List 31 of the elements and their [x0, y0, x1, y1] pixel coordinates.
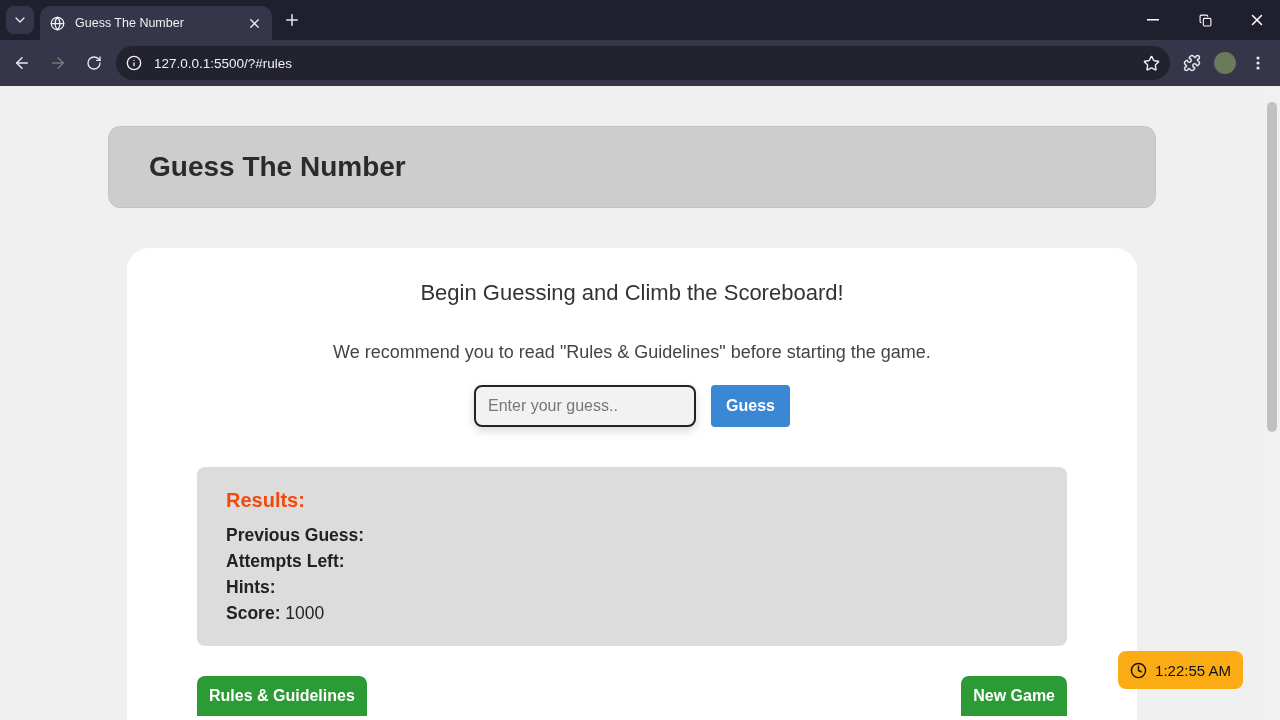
menu-icon — [1256, 56, 1260, 70]
recommendation-text: We recommend you to read "Rules & Guidelines" before starting the game. — [333, 342, 931, 363]
result-line: Previous Guess: — [226, 525, 366, 546]
game-heading: Begin Guessing and Climb the Scoreboard! — [420, 280, 844, 306]
guess-button[interactable]: Guess — [711, 385, 790, 427]
restore-icon — [1198, 13, 1212, 27]
plus-icon — [283, 11, 301, 29]
results-title: Results: — [226, 489, 306, 512]
minimize-icon — [1147, 19, 1159, 21]
action-button[interactable]: New Game — [961, 676, 1067, 716]
address-bar[interactable]: 127.0.0.1:5500/?#rules — [116, 46, 1170, 80]
reload-icon — [86, 55, 102, 71]
forward-arrow-icon — [49, 54, 67, 72]
globe-icon — [50, 15, 65, 31]
tab-title: Guess The Number — [75, 16, 185, 30]
result-line: Score: 1000 — [226, 603, 326, 624]
clock-icon — [1130, 661, 1148, 679]
action-button[interactable]: Rules & Guidelines — [197, 676, 367, 716]
puzzle-icon — [1183, 54, 1201, 72]
scrollbar-thumb[interactable] — [1267, 102, 1277, 432]
result-line: Attempts Left: — [226, 551, 346, 572]
page-title: Guess The Number — [149, 151, 406, 183]
url-text: 127.0.0.1:5500/?#rules — [154, 55, 293, 71]
browser-tab[interactable]: Guess The Number — [40, 6, 272, 40]
result-line: Hints: — [226, 577, 277, 598]
info-icon[interactable] — [126, 55, 142, 71]
avatar-circle[interactable] — [1214, 52, 1236, 74]
tab-list-button[interactable] — [6, 6, 34, 34]
star-icon[interactable] — [1143, 54, 1160, 72]
clock-time: 1:22:55 AM — [1155, 661, 1231, 679]
guess-input-field[interactable]: Enter your guess.. — [474, 385, 697, 427]
